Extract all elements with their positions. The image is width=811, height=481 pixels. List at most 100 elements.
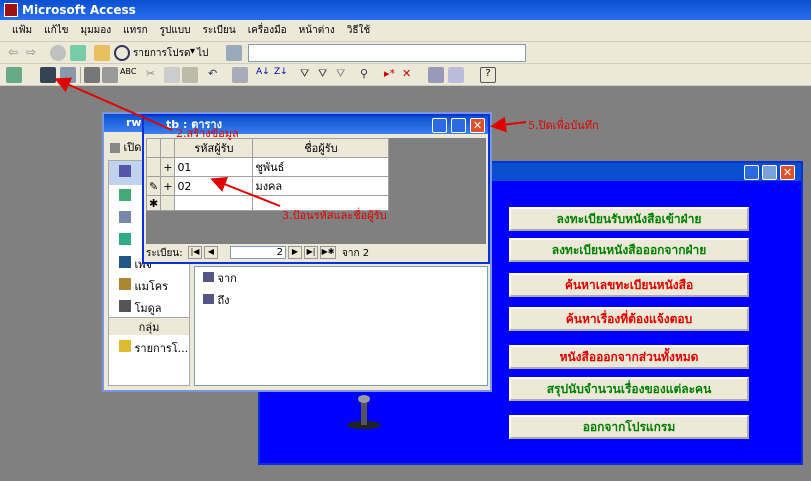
record-count: จาก 2 [342,248,370,259]
help-icon[interactable]: ? [480,67,496,83]
next-record-button[interactable]: ▶ [288,246,302,259]
address-combo[interactable] [248,44,526,62]
app-title-bar: Microsoft Access [0,0,811,20]
hyperlink-icon[interactable] [232,67,248,83]
record-label: ระเบียน: [146,248,183,259]
editing-pencil-icon[interactable]: ✎ [145,176,162,196]
menu-view[interactable]: มุมมอง [75,23,118,38]
web-toolbar: ⇦ ⇨ รายการโปรด ▾ ไป [0,42,811,64]
new-record-icon[interactable]: ▸* [384,67,400,83]
show-web-icon[interactable] [226,45,242,61]
cell-code[interactable]: 02 [174,176,254,196]
sort-descending-icon[interactable]: Z↓ [274,67,290,83]
minimize-button[interactable] [432,118,447,133]
page-icon [119,256,131,268]
database-window-icon[interactable] [428,67,444,83]
maximize-button[interactable] [762,165,777,180]
open-icon [110,143,120,153]
new-object-icon[interactable] [448,67,464,83]
favorites-folder-icon [119,340,131,352]
last-record-button[interactable]: ▶| [304,246,318,259]
table-row: ✎ + 02 มงคล [145,176,390,196]
cell-name[interactable]: ชูพันธ์ [252,157,390,177]
switchboard-button-search-reply[interactable]: ค้นหาเรื่องที่ต้องแจ้งตอบ [509,307,749,331]
paste-icon[interactable] [182,67,198,83]
spelling-icon[interactable]: ABC [120,67,136,83]
filter-selection-icon[interactable]: ⛛ [300,67,316,83]
main-toolbar: ABC ✂ ↶ A↓ Z↓ ⛛ ⛛ ⛛ ⚲ ▸* ✕ ? [0,64,811,86]
annotation-enter-code-name: 3.ป้อนรหัสและชื่อผู้รับ [282,209,387,222]
favorites-menu[interactable]: รายการโปรด [133,46,190,61]
menu-insert[interactable]: แทรก [117,23,153,38]
close-button[interactable]: ✕ [470,118,485,133]
first-record-button[interactable]: |◀ [188,246,202,259]
design-view-icon[interactable] [6,67,22,83]
switchboard-button-exit[interactable]: ออกจากโปรแกรม [509,415,749,439]
record-navigator: ระเบียน: |◀ ◀ 2 ▶ ▶| ▶✱ จาก 2 [146,246,486,260]
cut-icon[interactable]: ✂ [146,67,162,83]
switchboard-button-summary[interactable]: สรุปนับจำนวนเรื่องของแต่ละคน [509,377,749,401]
switchboard-button-register-incoming[interactable]: ลงทะเบียนรับหนังสือเข้าฝ่าย [509,207,749,231]
list-item[interactable]: จาก [195,267,487,289]
delete-record-icon[interactable]: ✕ [402,67,418,83]
search-icon[interactable] [60,67,76,83]
row-selector[interactable] [145,157,162,177]
sidebar-item-favorites[interactable]: รายการโ... [109,335,189,357]
access-logo-icon [4,3,18,17]
table-icon [119,165,131,177]
menu-help[interactable]: วิธีใช้ [341,23,376,38]
sort-ascending-icon[interactable]: A↓ [256,67,272,83]
groups-header[interactable]: กลุ่ม [109,317,189,335]
print-preview-icon[interactable] [102,67,118,83]
menu-records[interactable]: ระเบียน [197,23,242,38]
column-header-name[interactable]: ชื่อผู้รับ [252,138,390,158]
query-icon [119,189,131,201]
stop-icon[interactable] [50,45,66,61]
menu-tools[interactable]: เครื่องมือ [242,23,293,38]
undo-icon[interactable]: ↶ [208,67,224,83]
cell-name[interactable]: มงคล [252,176,390,196]
macro-icon [119,278,131,290]
maximize-button[interactable] [451,118,466,133]
table-row: + 01 ชูพันธ์ [145,157,390,177]
find-icon[interactable]: ⚲ [360,67,376,83]
prev-record-button[interactable]: ◀ [204,246,218,259]
menu-bar: แฟ้ม แก้ไข มุมมอง แทรก รูปแบบ ระเบียน เค… [0,20,811,42]
app-title: Microsoft Access [22,3,136,17]
refresh-icon[interactable] [70,45,86,61]
menu-format[interactable]: รูปแบบ [154,23,197,38]
menu-file[interactable]: แฟ้ม [6,23,38,38]
list-item[interactable]: ถึง [195,289,487,311]
switchboard-button-search-number[interactable]: ค้นหาเลขทะเบียนหนังสือ [509,273,749,297]
search-web-icon[interactable] [114,45,130,61]
minimize-button[interactable] [744,165,759,180]
object-list: จาก ถึง [194,266,488,386]
module-icon [119,300,131,312]
lamp-decoration [347,395,381,429]
form-icon [119,211,131,223]
menu-window[interactable]: หน้าต่าง [293,23,341,38]
current-record-field[interactable]: 2 [230,246,286,259]
save-icon[interactable] [40,67,56,83]
home-icon[interactable] [94,45,110,61]
sidebar-item-macros[interactable]: แมโคร [109,273,189,295]
go-menu[interactable]: ไป [197,46,208,61]
copy-icon[interactable] [164,67,180,83]
switchboard-button-all-outgoing[interactable]: หนังสือออกจากส่วนทั้งหมด [509,345,749,369]
forward-icon[interactable]: ⇨ [26,45,42,61]
print-icon[interactable] [84,67,100,83]
back-icon[interactable]: ⇦ [8,45,24,61]
cell-code[interactable]: 01 [174,157,254,177]
new-record-icon[interactable]: ✱ [145,195,162,211]
filter-form-icon[interactable]: ⛛ [318,67,334,83]
switchboard-button-register-outgoing[interactable]: ลงทะเบียนหนังสือออกจากฝ่าย [509,238,749,262]
close-button[interactable]: ✕ [780,165,795,180]
annotation-create-data: 2.สร้างข้อมูล [176,127,239,140]
sidebar-item-modules[interactable]: โมดูล [109,295,189,317]
menu-edit[interactable]: แก้ไข [38,23,74,38]
annotation-close-to-save: 5.ปิดเพื่อบันทึก [528,119,599,132]
report-icon [119,233,131,245]
apply-filter-icon[interactable]: ⛛ [336,67,352,83]
new-record-button[interactable]: ▶✱ [320,246,336,259]
datasheet: รหัสผู้รับ ชื่อผู้รับ + 01 ชูพันธ์ ✎ + 0… [145,138,486,244]
